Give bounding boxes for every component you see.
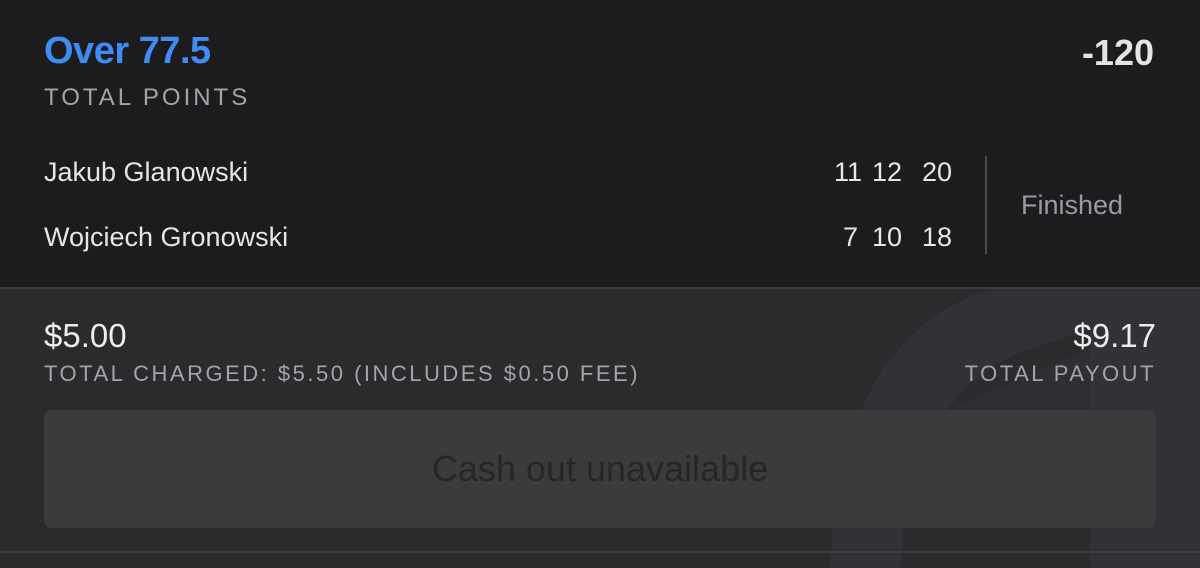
total-payout-label: TOTAL PAYOUT	[964, 361, 1156, 386]
bet-selection: Over 77.5	[44, 30, 211, 72]
bet-market: TOTAL POINTS	[44, 84, 251, 111]
status-divider	[985, 156, 987, 254]
score-period-1: 11	[834, 157, 863, 187]
bet-header-section: Over 77.5 TOTAL POINTS -120 Jakub Glanow…	[0, 0, 1200, 288]
score-period-1: 7	[842, 222, 858, 252]
wager-section: $5.00 TOTAL CHARGED: $5.50 (INCLUDES $0.…	[0, 289, 1200, 568]
score-period-2: 12	[872, 157, 903, 187]
total-charged-label: TOTAL CHARGED: $5.50 (INCLUDES $0.50 FEE…	[44, 361, 641, 386]
player-scores: 7 10 18	[834, 222, 952, 253]
stake-amount: $5.00	[44, 317, 127, 354]
game-status: Finished	[1021, 190, 1124, 220]
cash-out-button[interactable]: Cash out unavailable	[44, 410, 1156, 528]
player-name: Wojciech Gronowski	[44, 222, 289, 252]
bet-odds: -120	[1081, 32, 1154, 73]
section-divider	[0, 551, 1200, 553]
payout-amount: $9.17	[1073, 317, 1156, 354]
score-period-3: 20	[921, 157, 952, 187]
bet-card: Over 77.5 TOTAL POINTS -120 Jakub Glanow…	[0, 0, 1200, 568]
score-period-2: 10	[872, 222, 903, 252]
score-period-3: 18	[921, 222, 952, 252]
player-scores: 11 12 20	[834, 157, 952, 188]
player-name: Jakub Glanowski	[44, 157, 249, 187]
